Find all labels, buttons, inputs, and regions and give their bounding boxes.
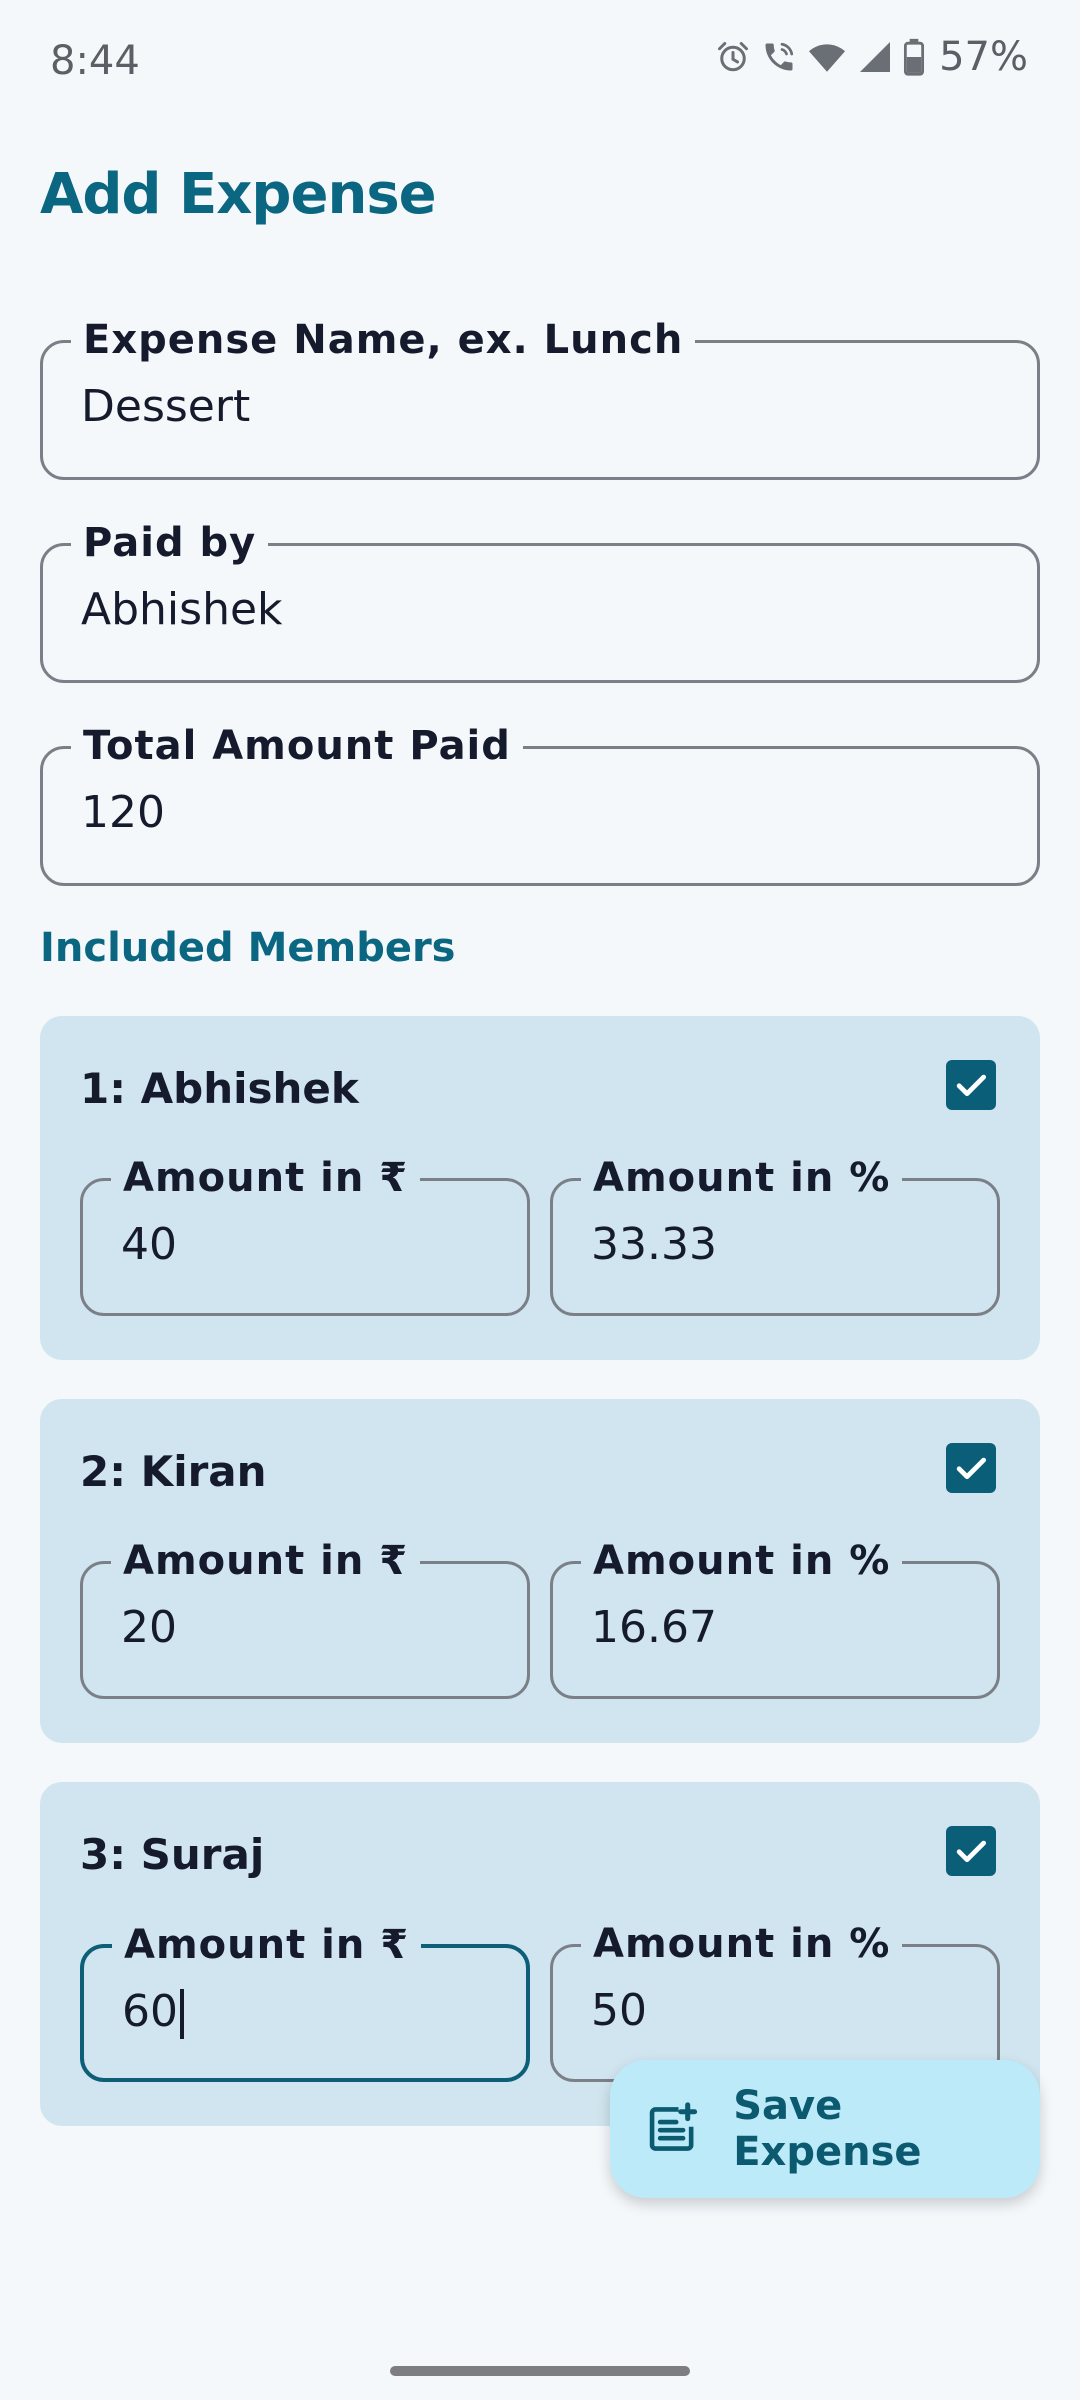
status-time: 8:44 xyxy=(50,38,140,84)
expense-name-field[interactable]: Expense Name, ex. Lunch Dessert xyxy=(40,316,1040,480)
included-members-heading: Included Members xyxy=(40,925,456,971)
amount-percent-value: 33.33 xyxy=(591,1219,717,1270)
amount-percent-field[interactable]: Amount in % 33.33 xyxy=(550,1154,1000,1316)
amount-percent-value: 50 xyxy=(591,1985,647,2036)
save-expense-button[interactable]: Save Expense xyxy=(610,2060,1040,2198)
amount-rupee-value: 40 xyxy=(121,1219,177,1270)
paid-by-field[interactable]: Paid by Abhishek xyxy=(40,519,1040,683)
check-icon xyxy=(956,1074,987,1097)
page-title: Add Expense xyxy=(40,162,437,227)
amount-percent-value: 16.67 xyxy=(591,1602,717,1653)
alarm-icon xyxy=(718,42,749,72)
amount-rupee-label: Amount in ₹ xyxy=(112,1921,422,1969)
battery-percentage: 57% xyxy=(939,34,1028,80)
member-card: 1: Abhishek Amount in ₹ 40 Amount in % 3… xyxy=(40,1016,1040,1360)
total-amount-field[interactable]: Total Amount Paid 120 xyxy=(40,722,1040,886)
check-icon xyxy=(956,1457,987,1480)
battery-icon xyxy=(904,38,925,76)
member-name: 1: Abhishek xyxy=(80,1064,359,1113)
total-amount-value: 120 xyxy=(81,787,165,838)
check-icon xyxy=(956,1840,987,1863)
member-name: 3: Suraj xyxy=(80,1830,265,1879)
amount-percent-label: Amount in % xyxy=(581,1154,903,1202)
amount-percent-label: Amount in % xyxy=(581,1537,903,1585)
member-checkbox[interactable] xyxy=(946,1826,996,1876)
amount-percent-label: Amount in % xyxy=(581,1920,903,1968)
status-icons: 57% xyxy=(715,34,1028,80)
wifi-call-icon xyxy=(765,42,794,71)
amount-rupee-text: 60 xyxy=(122,1986,178,2037)
save-expense-label: Save Expense xyxy=(733,2083,922,2175)
member-name: 2: Kiran xyxy=(80,1447,267,1496)
amount-rupee-label: Amount in ₹ xyxy=(111,1537,421,1585)
expense-name-label: Expense Name, ex. Lunch xyxy=(71,316,696,364)
wifi-icon xyxy=(809,44,846,72)
member-checkbox[interactable] xyxy=(946,1443,996,1493)
amount-rupee-field[interactable]: Amount in ₹ 40 xyxy=(80,1154,530,1316)
amount-rupee-field[interactable]: Amount in ₹ 60 xyxy=(80,1921,530,2082)
expense-name-value: Dessert xyxy=(81,381,251,432)
member-card: 2: Kiran Amount in ₹ 20 Amount in % 16.6… xyxy=(40,1399,1040,1743)
paid-by-label: Paid by xyxy=(71,519,269,567)
amount-rupee-label: Amount in ₹ xyxy=(111,1154,421,1202)
home-indicator[interactable] xyxy=(390,2366,690,2376)
paid-by-value: Abhishek xyxy=(81,584,283,635)
signal-icon xyxy=(860,42,891,72)
total-amount-label: Total Amount Paid xyxy=(71,722,523,770)
text-cursor xyxy=(180,1989,184,2039)
amount-rupee-value: 60 xyxy=(122,1986,184,2039)
amount-rupee-field[interactable]: Amount in ₹ 20 xyxy=(80,1537,530,1699)
amount-percent-field[interactable]: Amount in % 16.67 xyxy=(550,1537,1000,1699)
amount-rupee-value: 20 xyxy=(121,1602,177,1653)
note-add-icon xyxy=(649,2102,698,2151)
member-checkbox[interactable] xyxy=(946,1060,996,1110)
